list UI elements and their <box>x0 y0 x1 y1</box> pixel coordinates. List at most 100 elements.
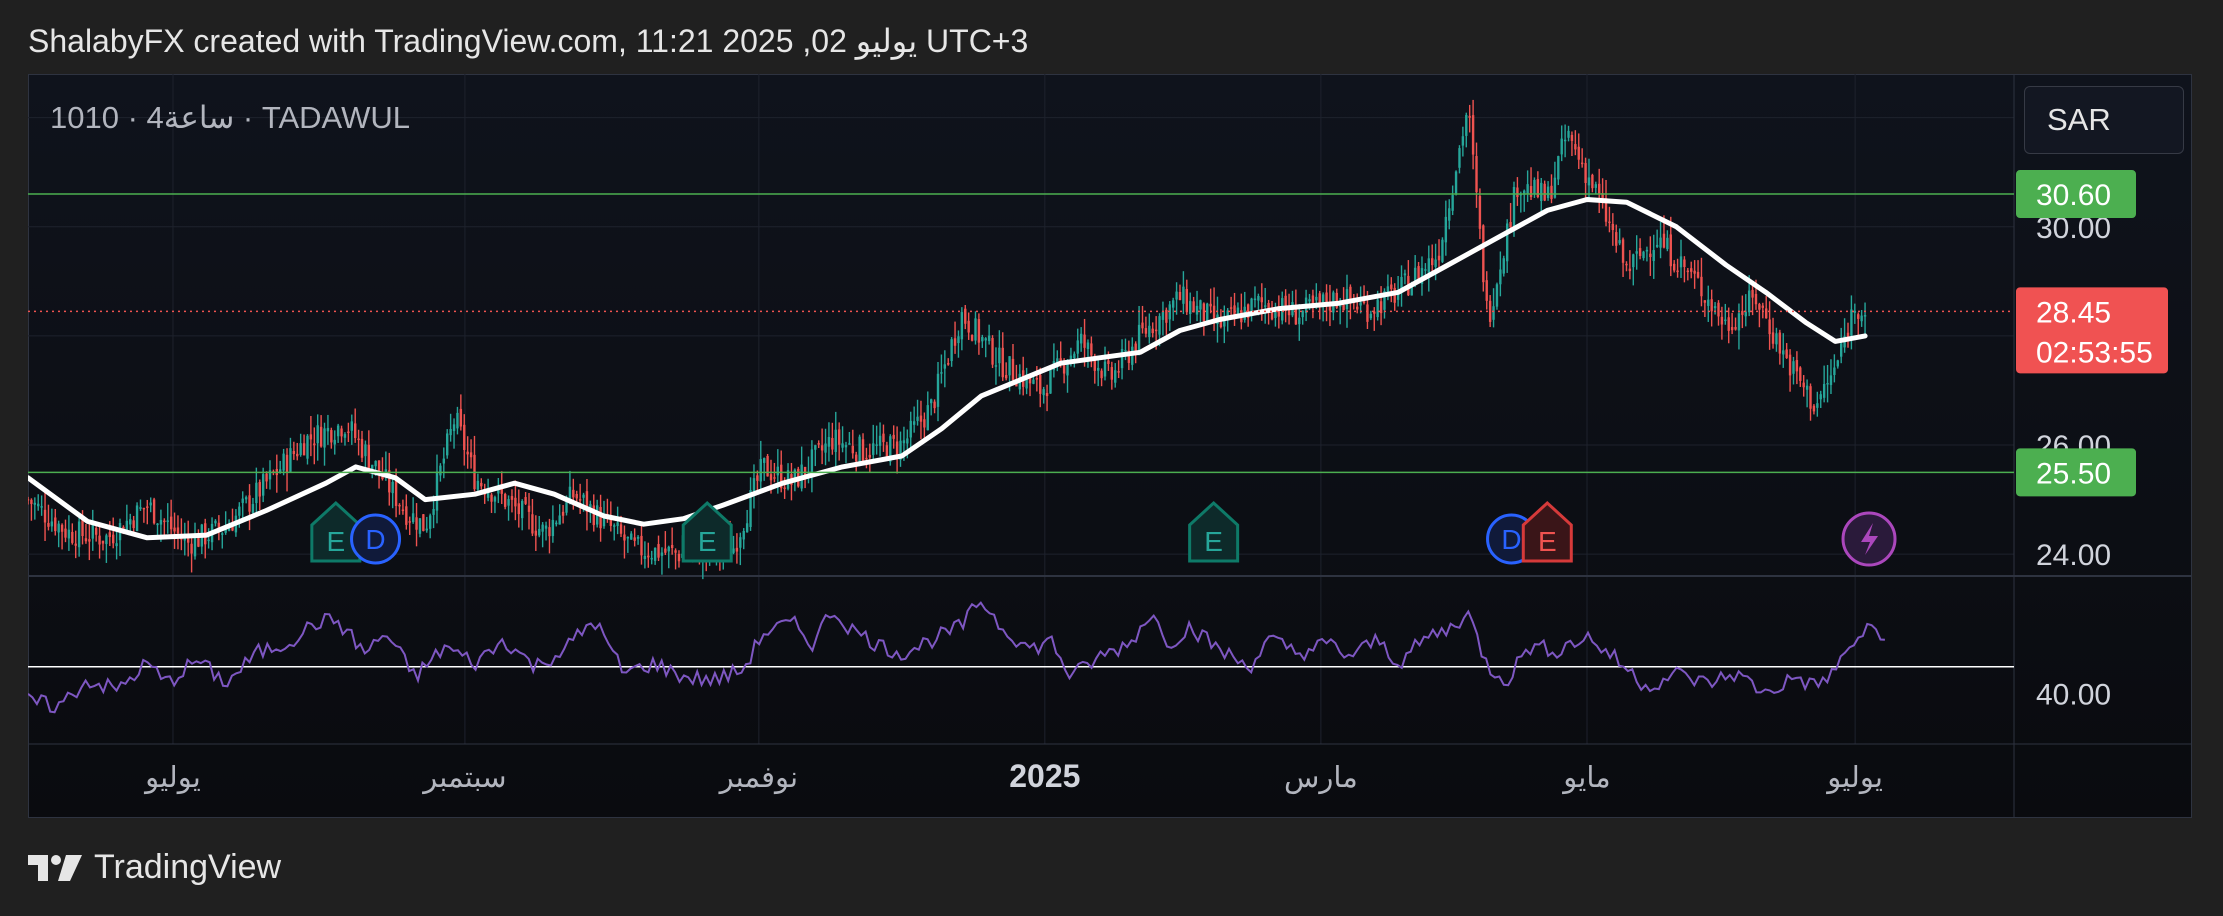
candle-body <box>30 499 33 504</box>
candle-body <box>803 466 807 476</box>
candle-body <box>64 528 67 538</box>
currency-button[interactable]: SAR <box>2024 86 2184 154</box>
candle-body <box>1379 301 1383 314</box>
candle-body <box>1707 299 1710 306</box>
candle-body <box>91 524 94 539</box>
moving-average-line <box>28 197 1868 541</box>
candle-body <box>510 496 514 500</box>
candle-body <box>1649 253 1652 258</box>
candle-body <box>159 519 163 525</box>
chart-attribution: ShalabyFX created with TradingView.com, … <box>28 23 1029 59</box>
candle-body <box>1369 313 1373 319</box>
chart-canvas[interactable]: EDEEDE 32.0030.0026.0024.0040.0030.6028.… <box>28 74 2192 818</box>
candle-body <box>1437 255 1441 261</box>
candle-body <box>432 509 435 515</box>
candle-body <box>1727 317 1730 331</box>
candle-body <box>858 436 861 464</box>
candle-body <box>664 548 667 553</box>
candle-body <box>1318 293 1321 303</box>
earnings-marker: E <box>681 500 733 563</box>
candle-body <box>1107 360 1110 364</box>
candle-body <box>1836 360 1839 367</box>
candle-body <box>1151 328 1154 334</box>
candle-body <box>1427 258 1430 273</box>
candle-body <box>1799 367 1802 381</box>
candle-body <box>561 511 565 516</box>
candle-body <box>367 444 371 468</box>
marker-letter: D <box>365 524 385 555</box>
candle-body <box>1096 367 1100 371</box>
candlestick-series <box>28 99 1867 580</box>
candle-body <box>101 540 105 544</box>
candle-body <box>1710 299 1713 312</box>
candle-body <box>834 429 837 453</box>
candle-body <box>810 449 814 476</box>
candle-body <box>909 420 912 438</box>
earnings-red-marker: E <box>1521 500 1573 563</box>
candle-body <box>1512 186 1516 229</box>
candle-body <box>1178 291 1182 300</box>
candle-body <box>459 408 463 427</box>
time-tick-label: مارس <box>1284 762 1358 795</box>
candle-body <box>261 474 265 496</box>
candle-body <box>289 448 292 472</box>
candle-body <box>572 489 575 498</box>
candle-body <box>1257 295 1260 301</box>
candle-body <box>514 497 517 507</box>
candle-body <box>1584 163 1587 183</box>
candle-body <box>923 419 926 428</box>
candle-body <box>582 494 585 498</box>
candle-body <box>848 443 851 445</box>
candle-body <box>548 527 551 537</box>
candle-body <box>411 513 415 523</box>
candle-body <box>139 507 142 509</box>
candle-body <box>1785 349 1788 359</box>
candle-body <box>115 543 118 547</box>
candle-body <box>1625 263 1628 266</box>
candle-body <box>977 319 981 343</box>
candle-body <box>313 443 316 446</box>
candle-body <box>783 487 786 489</box>
candle-body <box>1509 221 1512 228</box>
candle-body <box>88 539 91 542</box>
candle-body <box>1079 333 1083 344</box>
candle-body <box>1642 251 1645 259</box>
candle-body <box>343 434 347 438</box>
candle-body <box>940 372 943 374</box>
candle-body <box>326 427 330 432</box>
candle-body <box>1478 196 1482 229</box>
time-tick-label: يوليو <box>1825 762 1883 795</box>
candle-body <box>1676 270 1679 273</box>
candle-body <box>1700 276 1703 297</box>
candle-body <box>1802 382 1805 388</box>
candle-body <box>967 320 970 333</box>
candle-body <box>1342 305 1345 311</box>
candle-body <box>435 471 439 511</box>
tradingview-logo[interactable]: TradingView <box>28 848 281 887</box>
candle-body <box>190 543 193 554</box>
candle-body <box>991 338 994 365</box>
candle-body <box>1632 254 1635 268</box>
candle-body <box>616 522 619 527</box>
horizontal-levels <box>28 193 2014 474</box>
candle-body <box>1615 232 1618 246</box>
candle-body <box>1683 259 1686 268</box>
candle-body <box>1049 368 1052 394</box>
candle-body <box>831 437 834 450</box>
candle-body <box>984 338 987 341</box>
candle-body <box>1594 184 1597 188</box>
candle-body <box>1035 378 1039 380</box>
marker-letter: D <box>1501 524 1521 555</box>
candle-body <box>1669 234 1672 267</box>
candle-body <box>837 429 841 445</box>
candle-body <box>677 553 681 562</box>
candle-body <box>1758 304 1761 310</box>
candle-body <box>882 433 885 443</box>
candle-body <box>1574 144 1577 150</box>
candle-body <box>855 454 858 462</box>
candle-body <box>1175 291 1178 300</box>
candle-body <box>296 453 299 457</box>
candle-body <box>824 443 827 453</box>
candle-body <box>544 525 548 529</box>
candle-body <box>503 494 507 507</box>
